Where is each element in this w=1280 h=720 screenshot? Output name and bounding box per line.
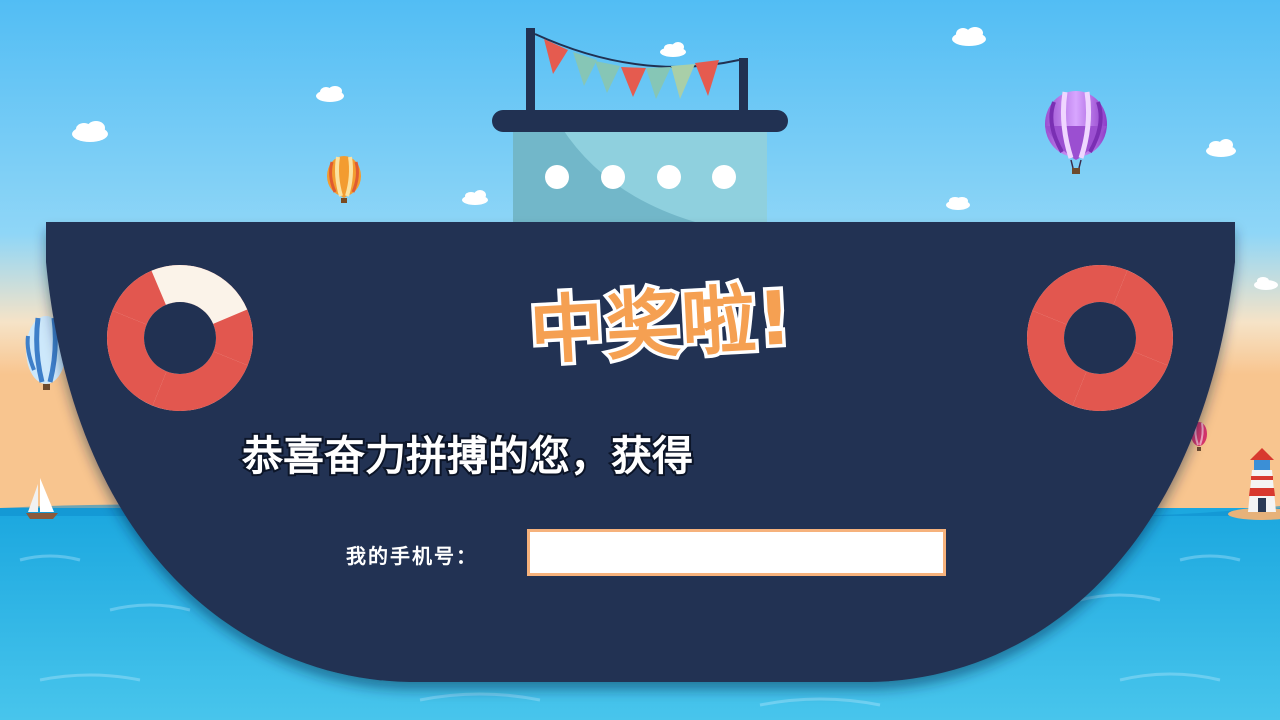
porthole bbox=[545, 165, 569, 189]
porthole bbox=[601, 165, 625, 189]
background-scene: 中奖啦! 恭喜奋力拼搏的您，获得 bbox=[0, 0, 1280, 720]
porthole bbox=[657, 165, 681, 189]
congrats-text: 恭喜奋力拼搏的您，获得 bbox=[241, 432, 693, 480]
phone-input[interactable] bbox=[527, 529, 946, 576]
porthole bbox=[712, 165, 736, 189]
mast bbox=[739, 58, 748, 114]
phone-label: 我的手机号： bbox=[346, 544, 478, 568]
mast bbox=[526, 28, 535, 114]
prize-title: 中奖啦! bbox=[528, 275, 796, 375]
